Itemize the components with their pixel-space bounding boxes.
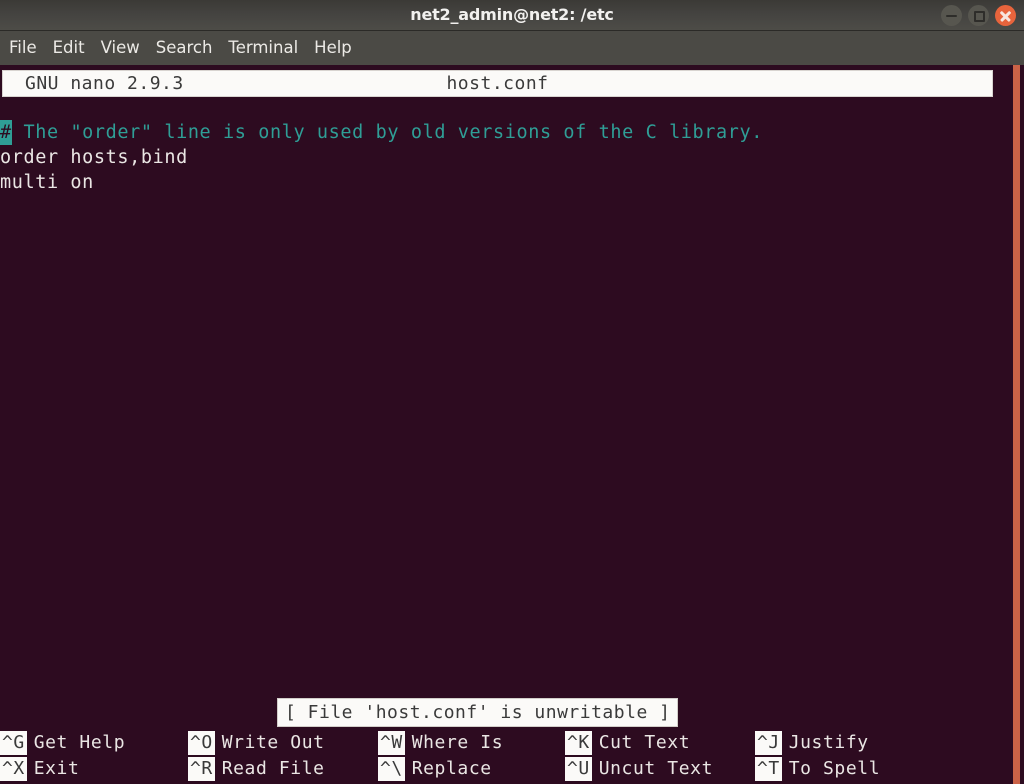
terminal-window: net2_admin@net2: /etc File Edit View Sea… [0,0,1024,784]
buffer-line: order hosts,bind [0,147,188,168]
menubar: File Edit View Search Terminal Help [0,31,1024,65]
close-icon[interactable] [995,5,1016,26]
shortcut-label: Read File [221,758,325,779]
shortcut-key-icon: ^U [565,757,592,781]
shortcut-key-icon: ^T [755,757,782,781]
minimize-icon[interactable] [941,5,962,26]
shortcut-replace[interactable]: ^\ Replace [378,756,503,782]
shortcut-where-is[interactable]: ^W Where Is [378,730,503,756]
shortcut-column: ^G Get Help ^X Exit [0,730,125,782]
shortcut-label: Uncut Text [598,758,714,779]
maximize-icon[interactable] [968,5,989,26]
shortcut-justify[interactable]: ^J Justify [755,730,880,756]
shortcut-label: Cut Text [598,732,691,753]
shortcut-column: ^O Write Out ^R Read File [188,730,325,782]
shortcut-key-icon: ^\ [378,757,405,781]
menu-item-search[interactable]: Search [156,31,213,65]
buffer-line-text: The "order" line is only used by old ver… [11,122,763,143]
menu-item-file[interactable]: File [9,31,37,65]
shortcut-label: Exit [33,758,80,779]
window-controls [941,5,1016,26]
shortcut-key-icon: ^O [188,731,215,755]
nano-title-bar: GNU nano 2.9.3 host.conf [2,70,993,97]
shortcut-column: ^J Justify ^T To Spell [755,730,880,782]
editor-buffer[interactable]: # The "order" line is only used by old v… [0,120,1010,690]
terminal-content[interactable]: GNU nano 2.9.3 host.conf # The "order" l… [0,65,1024,784]
shortcut-label: Get Help [33,732,126,753]
shortcut-column: ^W Where Is ^\ Replace [378,730,503,782]
shortcut-key-icon: ^J [755,731,782,755]
shortcut-label: To Spell [788,758,881,779]
shortcut-label: Justify [788,732,869,753]
shortcut-key-icon: ^R [188,757,215,781]
shortcut-label: Write Out [221,732,325,753]
nano-filename-label: host.conf [446,73,549,94]
shortcut-bar: ^G Get Help ^X Exit ^O Write Out ^R Read… [0,730,1010,784]
shortcut-cut-text[interactable]: ^K Cut Text [565,730,713,756]
text-cursor: # [0,120,12,145]
shortcut-to-spell[interactable]: ^T To Spell [755,756,880,782]
titlebar[interactable]: net2_admin@net2: /etc [0,0,1024,31]
shortcut-column: ^K Cut Text ^U Uncut Text [565,730,713,782]
shortcut-key-icon: ^W [378,731,405,755]
buffer-line: # The "order" line is only used by old v… [0,120,1010,145]
menu-item-edit[interactable]: Edit [53,31,85,65]
menu-item-view[interactable]: View [101,31,140,65]
shortcut-key-icon: ^G [0,731,27,755]
shortcut-uncut-text[interactable]: ^U Uncut Text [565,756,713,782]
shortcut-exit[interactable]: ^X Exit [0,756,125,782]
buffer-line: multi on [0,172,94,193]
shortcut-label: Replace [411,758,492,779]
shortcut-write-out[interactable]: ^O Write Out [188,730,325,756]
shortcut-key-icon: ^X [0,757,27,781]
shortcut-get-help[interactable]: ^G Get Help [0,730,125,756]
shortcut-key-icon: ^K [565,731,592,755]
window-title: net2_admin@net2: /etc [410,5,614,24]
menu-item-terminal[interactable]: Terminal [228,31,298,65]
menu-item-help[interactable]: Help [314,31,352,65]
window-edge-gap [1020,65,1024,784]
shortcut-label: Where Is [411,732,504,753]
window-border-accent [1013,65,1020,784]
shortcut-read-file[interactable]: ^R Read File [188,756,325,782]
status-message: [ File 'host.conf' is unwritable ] [277,698,679,727]
